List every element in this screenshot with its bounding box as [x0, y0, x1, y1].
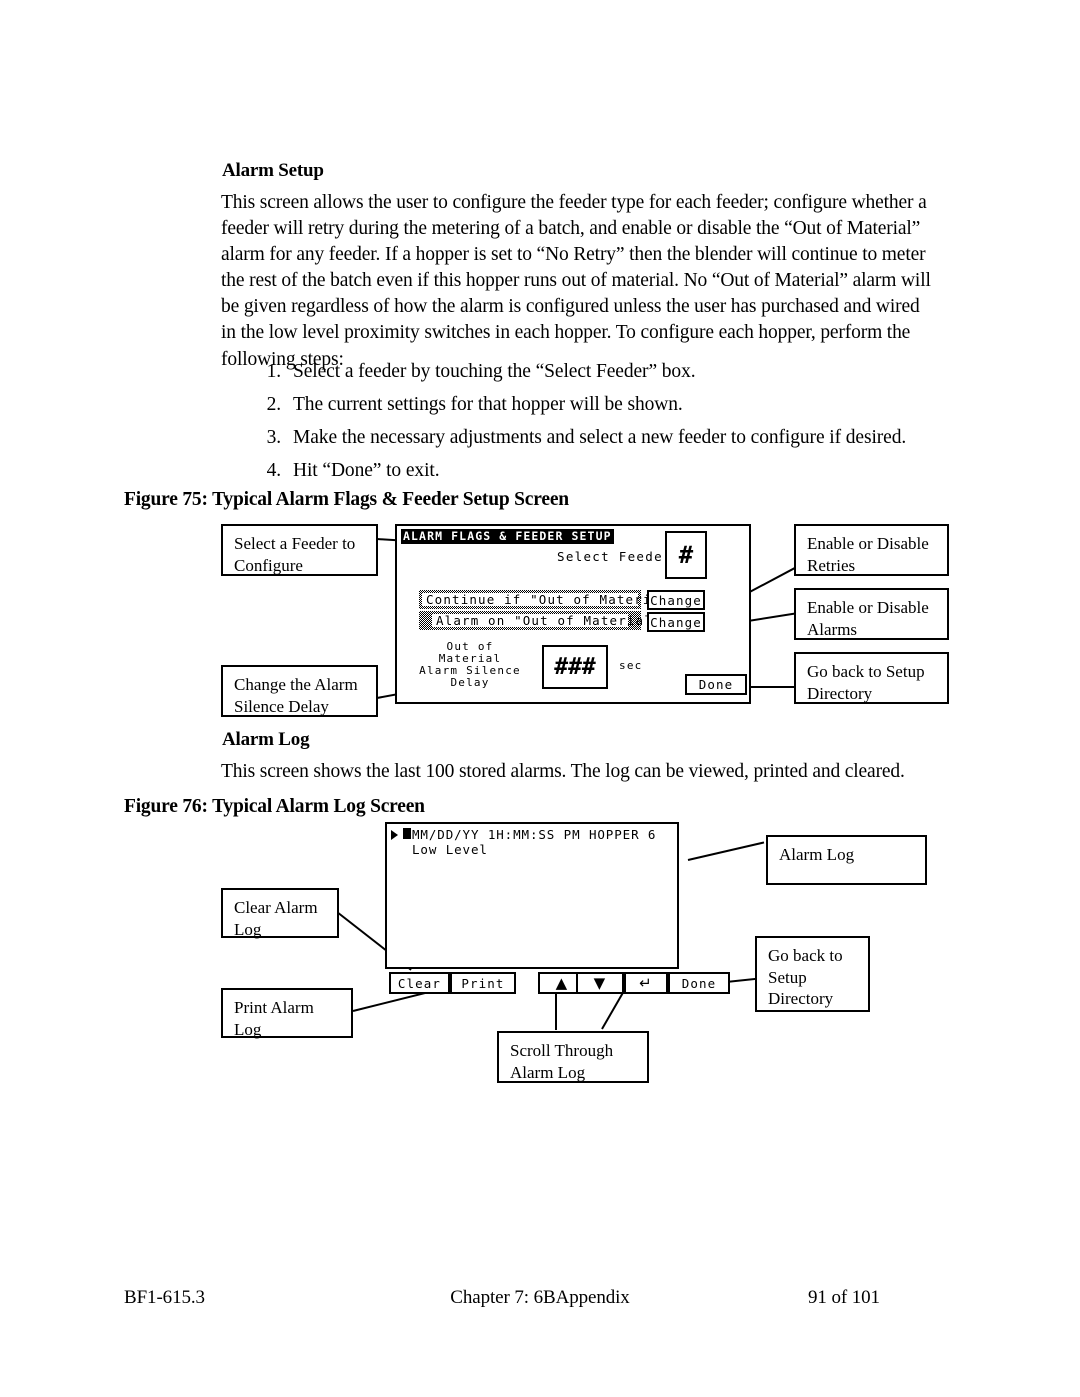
list-item-number: 1. — [266, 361, 282, 382]
alarm-log-heading: Alarm Log — [222, 729, 310, 750]
leader-line-alarm-log — [687, 841, 765, 861]
list-item: 4. Hit “Done” to exit. — [253, 459, 943, 483]
change-alarm-button[interactable]: Change — [647, 612, 705, 632]
done-button-setup[interactable]: Done — [685, 674, 747, 695]
callout-enable-alarms-label: Enable or Disable Alarms — [807, 598, 929, 639]
clear-button-label: Clear — [397, 975, 442, 991]
callout-enable-retries: Enable or Disable Retries — [794, 524, 949, 576]
continue-out-of-material-label: Continue if "Out of Material" — [426, 592, 678, 607]
callout-change-alarm-delay-label: Change the Alarm Silence Delay — [234, 675, 358, 716]
list-item-label: Select a feeder by touching the “Select … — [293, 361, 696, 382]
callout-go-back-setup-75: Go back to Setup Directory — [794, 652, 949, 704]
list-item-label: Make the necessary adjustments and selec… — [293, 427, 907, 448]
alarm-flags-feeder-setup-screen: ALARM FLAGS & FEEDER SETUP Select Feeder… — [395, 524, 751, 704]
done-button-setup-label: Done — [698, 677, 734, 692]
list-item-number: 2. — [266, 394, 282, 415]
print-button[interactable]: Print — [450, 972, 516, 994]
cursor-block-icon — [403, 828, 411, 839]
chevron-up-icon: ▲ — [555, 973, 569, 992]
document-page: Alarm Setup This screen allows the user … — [0, 0, 1080, 1397]
select-feeder-value-box[interactable]: # — [665, 531, 707, 579]
continue-out-of-material-row[interactable]: Continue if "Out of Material" — [419, 590, 676, 609]
chevron-down-icon: ▼ — [593, 973, 607, 992]
callout-scroll-through-label: Scroll Through Alarm Log — [510, 1041, 614, 1082]
alarm-silence-delay-value-box[interactable]: ### — [542, 645, 608, 689]
done-button-log-label: Done — [681, 975, 717, 991]
alarm-log-paragraph: This screen shows the last 100 stored al… — [221, 761, 905, 782]
callout-go-back-setup-75-label: Go back to Setup Directory — [807, 662, 925, 703]
list-item-label: Hit “Done” to exit. — [293, 460, 440, 481]
list-item: 1. Select a feeder by touching the “Sele… — [253, 360, 943, 384]
page-title: Alarm Setup — [222, 160, 324, 181]
callout-alarm-log: Alarm Log — [766, 835, 927, 885]
scroll-down-button[interactable]: ▼ — [576, 972, 624, 994]
callout-clear-alarm-log: Clear Alarm Log — [221, 888, 339, 939]
enter-arrow-icon: ↵ — [639, 973, 653, 992]
callout-go-back-setup-76: Go back to Setup Directory — [755, 936, 870, 1012]
callout-print-alarm-log: Print Alarm Log — [221, 988, 353, 1039]
log-entry-line-2: Low Level — [412, 842, 488, 857]
figure-76-caption: Figure 76: Typical Alarm Log Screen — [124, 796, 425, 817]
selection-arrow-icon — [391, 830, 398, 840]
callout-print-alarm-log-label: Print Alarm Log — [234, 998, 314, 1039]
change-retry-label: Change — [650, 592, 702, 608]
intro-paragraph: This screen allows the user to configure… — [221, 192, 931, 370]
callout-select-feeder-label: Select a Feeder to Configure — [234, 534, 356, 575]
callout-clear-alarm-log-label: Clear Alarm Log — [234, 898, 318, 939]
enter-button[interactable]: ↵ — [624, 972, 668, 994]
print-button-label: Print — [461, 975, 505, 991]
select-feeder-label: Select Feeder — [557, 549, 672, 564]
done-button-log[interactable]: Done — [668, 972, 730, 994]
clear-button[interactable]: Clear — [389, 972, 450, 994]
change-retry-button[interactable]: Change — [647, 590, 705, 610]
callout-change-alarm-delay: Change the Alarm Silence Delay — [221, 665, 378, 717]
delay-units-label: sec — [619, 659, 643, 672]
configuration-steps-list: 1. Select a feeder by touching the “Sele… — [253, 360, 943, 492]
change-alarm-label: Change — [650, 614, 702, 630]
alarm-out-of-material-row[interactable]: Alarm on "Out of Material" — [419, 611, 660, 630]
callout-scroll-through: Scroll Through Alarm Log — [497, 1031, 649, 1083]
list-item-number: 3. — [266, 427, 282, 448]
screen-title: ALARM FLAGS & FEEDER SETUP — [401, 529, 614, 544]
callout-enable-retries-label: Enable or Disable Retries — [807, 534, 929, 575]
figure-75-caption: Figure 75: Typical Alarm Flags & Feeder … — [124, 489, 569, 510]
callout-go-back-setup-76-label: Go back to Setup Directory — [768, 946, 843, 1008]
select-feeder-value: # — [678, 541, 694, 569]
list-item: 2. The current settings for that hopper … — [253, 393, 943, 417]
alarm-log-screen: MM/DD/YY 1H:MM:SS PM HOPPER 6 Low Level — [385, 822, 679, 969]
list-item-number: 4. — [266, 460, 282, 481]
list-item-label: The current settings for that hopper wil… — [293, 394, 683, 415]
delay-label-line-4: Delay — [450, 676, 490, 689]
alarm-out-of-material-label: Alarm on "Out of Material" — [436, 613, 662, 628]
log-entry-line-1: MM/DD/YY 1H:MM:SS PM HOPPER 6 — [412, 827, 657, 842]
footer-page-number: 91 of 101 — [808, 1287, 880, 1308]
callout-alarm-log-label: Alarm Log — [779, 845, 855, 864]
list-item: 3. Make the necessary adjustments and se… — [253, 426, 943, 450]
callout-enable-alarms: Enable or Disable Alarms — [794, 588, 949, 640]
footer-chapter: Chapter 7: 6BAppendix — [450, 1287, 630, 1308]
callout-select-feeder: Select a Feeder to Configure — [221, 524, 378, 576]
alarm-silence-delay-value: ### — [554, 654, 596, 680]
